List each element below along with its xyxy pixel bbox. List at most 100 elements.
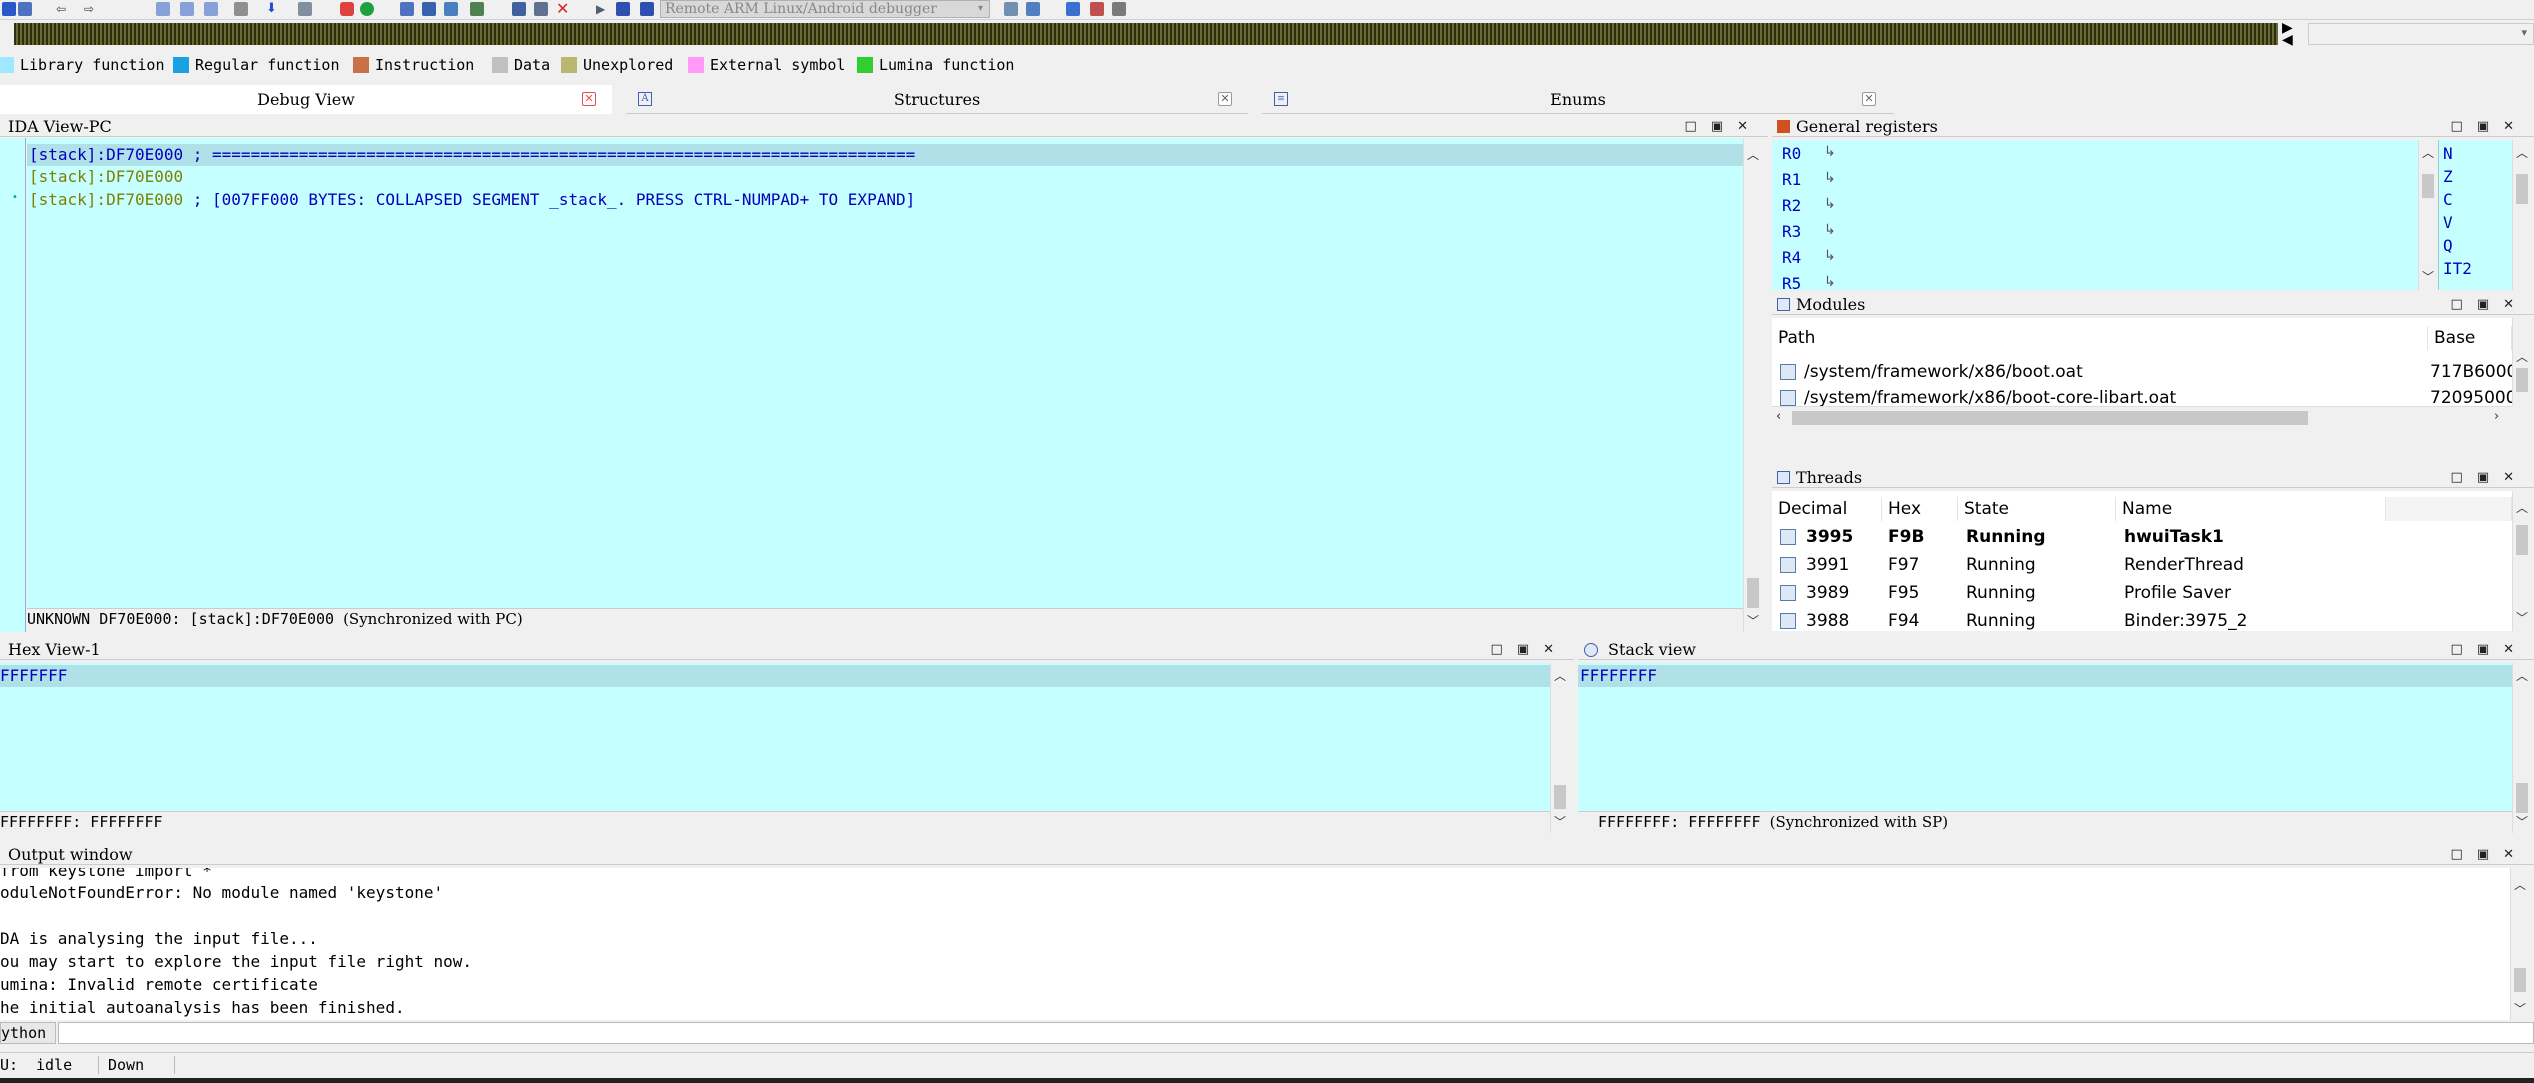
paste-icon[interactable] [180,2,194,16]
back-icon[interactable]: ⇦ [56,2,70,16]
jump-arrow-icon[interactable]: ↳ [1824,170,1836,186]
scroll-right-icon[interactable]: › [2494,409,2499,424]
step-icon[interactable] [1112,2,1126,16]
column-header-state[interactable]: State [1958,497,2116,521]
scroll-thumb[interactable] [2516,368,2528,392]
hex-line[interactable]: FFFFFFF [0,665,67,687]
scroll-down-icon[interactable]: ﹀ [2419,268,2437,285]
register-name[interactable]: R3 [1782,222,1801,241]
panel-window-buttons[interactable]: □▣✕ [2451,640,2528,660]
flags-list[interactable]: N Z C V Q IT2 [2438,140,2512,290]
scroll-up-icon[interactable]: ︿ [2513,667,2531,684]
panel-window-buttons[interactable]: □▣✕ [2451,845,2528,865]
scroll-thumb[interactable] [1554,785,1566,809]
flag-name[interactable]: C [2443,190,2453,209]
graph-icon[interactable] [400,2,414,16]
scroll-left-icon[interactable]: ‹ [1776,409,1781,424]
flags-scrollbar[interactable]: ︿ [2512,140,2534,290]
navigation-band[interactable] [14,23,2278,45]
scroll-up-icon[interactable]: ︿ [1744,146,1762,163]
scroll-up-icon[interactable]: ︿ [2513,348,2531,365]
run-green-icon[interactable] [360,2,374,16]
flag-name[interactable]: IT2 [2443,259,2472,278]
scroll-down-icon[interactable]: ﹀ [1744,612,1762,629]
scroll-up-icon[interactable]: ︿ [2513,144,2531,161]
scroll-thumb[interactable] [2514,968,2526,992]
navigation-dropdown[interactable]: ▾ [2308,23,2534,45]
scroll-up-icon[interactable]: ︿ [2419,144,2437,161]
asm-line[interactable]: [stack]:DF70E000 [29,166,183,188]
scroll-down-icon[interactable]: ﹀ [2511,1000,2529,1017]
scroll-down-icon[interactable]: ﹀ [2513,813,2531,830]
print-icon[interactable] [234,2,248,16]
ida-view-scrollbar[interactable]: ︿ ﹀ [1743,138,1761,632]
jump-arrow-icon[interactable]: ↳ [1824,222,1836,238]
tab-debug-view[interactable]: Debug View ✕ [0,85,612,114]
hex-view-scrollbar[interactable]: ︿ ﹀ [1550,663,1572,833]
scroll-thumb[interactable] [1747,578,1759,608]
register-name[interactable]: R1 [1782,170,1801,189]
flag-name[interactable]: Z [2443,167,2453,186]
flag-name[interactable]: V [2443,213,2453,232]
threads-table[interactable]: Decimal Hex State Name 3995 F9B Running … [1772,491,2512,631]
scroll-thumb[interactable] [2422,174,2434,198]
copy-icon[interactable] [156,2,170,16]
asm-line[interactable]: [stack]:DF70E000 ; [007FF000 BYTES: COLL… [29,189,915,211]
table-row[interactable]: 3995 F9B Running hwuiTask1 [1772,523,2512,551]
scroll-down-icon[interactable]: ﹀ [1551,813,1569,830]
asm-line[interactable]: [stack]:DF70E000 ; =====================… [29,144,915,166]
panel-window-buttons[interactable]: □▣✕ [2451,295,2528,315]
command-input[interactable] [58,1022,2534,1044]
scroll-up-icon[interactable]: ︿ [1551,667,1569,684]
threads-scrollbar[interactable]: ︿ ﹀ [2512,491,2534,631]
column-header-decimal[interactable]: Decimal [1772,497,1882,521]
debugger-options-icon[interactable] [1004,2,1018,16]
play-icon[interactable]: ▶ [596,2,610,16]
register-name[interactable]: R0 [1782,144,1801,163]
scroll-thumb[interactable] [2516,174,2528,204]
register-name[interactable]: R4 [1782,248,1801,267]
open-icon[interactable] [2,2,16,16]
download-arrow-icon[interactable]: ⬇ [266,2,280,16]
graph-red-icon[interactable] [340,2,354,16]
registers-scrollbar[interactable]: ︿ ﹀ [2418,140,2436,290]
breakpoint-icon[interactable] [1066,2,1080,16]
jump-arrow-icon[interactable]: ↳ [1824,274,1836,290]
hex-view-content[interactable]: FFFFFFF [0,663,1550,811]
close-red-icon[interactable]: ✕ [556,1,570,17]
tab-enums[interactable]: ≡ Enums ✕ [1262,85,1894,114]
scroll-up-icon[interactable]: ︿ [2511,876,2529,893]
disassembly-listing[interactable]: [stack]:DF70E000 ; =====================… [27,138,1743,608]
close-icon[interactable]: ✕ [1862,92,1876,106]
tab-structures[interactable]: A Structures ✕ [626,85,1248,114]
forward-icon[interactable]: ⇨ [84,2,98,16]
table-row[interactable]: 3988 F94 Running Binder:3975_2 [1772,607,2512,631]
stack-view-content[interactable]: FFFFFFFF [1578,663,2512,811]
stack-line[interactable]: FFFFFFFF [1580,665,1657,687]
pause-icon[interactable] [616,2,630,16]
panel-window-buttons[interactable]: □▣✕ [1685,117,1762,137]
column-header-hex[interactable]: Hex [1882,497,1958,521]
table-row[interactable]: 3991 F97 Running RenderThread [1772,551,2512,579]
image-icon[interactable] [534,2,548,16]
table-row[interactable]: 3989 F95 Running Profile Saver [1772,579,2512,607]
stack-view-scrollbar[interactable]: ︿ ﹀ [2512,663,2534,833]
column-header-path[interactable]: Path [1772,326,2428,350]
scroll-thumb[interactable] [2516,525,2528,555]
close-icon[interactable]: ✕ [1218,92,1232,106]
function-icon[interactable] [444,2,458,16]
tools-icon[interactable] [512,2,526,16]
modules-vscrollbar[interactable]: ︿ [2512,318,2534,406]
scroll-down-icon[interactable]: ﹀ [2513,609,2531,626]
panel-window-buttons[interactable]: □▣✕ [2451,117,2528,137]
close-icon[interactable]: ✕ [582,92,596,106]
register-name[interactable]: R5 [1782,274,1801,290]
scroll-thumb[interactable] [1792,411,2308,425]
script-language-button[interactable]: ython [0,1022,56,1044]
panel-window-buttons[interactable]: □▣✕ [1491,640,1568,660]
output-scrollbar[interactable]: ︿ ﹀ [2510,868,2534,1020]
script-icon[interactable] [298,2,312,16]
jump-arrow-icon[interactable]: ↳ [1824,196,1836,212]
table-row[interactable]: /system/framework/x86/boot.oat 717B6000 [1772,358,2512,386]
xref-icon[interactable] [422,2,436,16]
